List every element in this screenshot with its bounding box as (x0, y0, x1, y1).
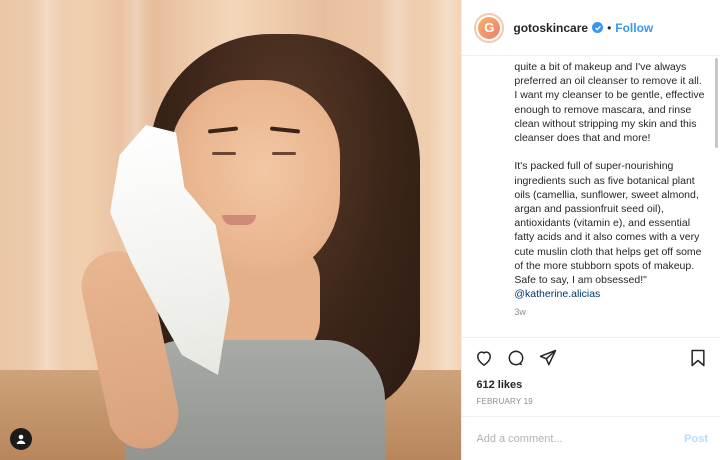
right-eyebrow (269, 126, 301, 134)
username-link[interactable]: gotoskincare (513, 21, 588, 35)
likes-count[interactable]: 612 likes (462, 377, 720, 391)
comment-time: 3w (514, 307, 526, 318)
like-button[interactable] (474, 348, 494, 368)
share-icon (540, 349, 557, 365)
avatar[interactable]: G (474, 12, 505, 43)
separator-dot: • (607, 20, 612, 35)
save-button[interactable] (688, 348, 708, 368)
follow-button[interactable]: Follow (615, 21, 653, 35)
bookmark-icon (691, 349, 705, 366)
post-comment-button[interactable]: Post (684, 433, 708, 445)
right-eyelid (272, 152, 296, 155)
mouth (222, 215, 256, 225)
user-tag-icon[interactable] (10, 428, 32, 450)
mention-link[interactable]: @katherine.alicias (514, 288, 600, 300)
caption-body: quite a bit of makeup and I've always pr… (514, 61, 705, 287)
left-eyelid (212, 152, 236, 155)
caption-scroll-area[interactable]: quite a bit of makeup and I've always pr… (462, 56, 720, 337)
comment-button[interactable] (506, 348, 526, 368)
caption-text: quite a bit of makeup and I've always pr… (514, 56, 706, 301)
share-button[interactable] (538, 348, 558, 368)
verified-badge-icon (592, 22, 604, 33)
comment-box: Post (462, 416, 720, 460)
post-header: G gotoskincare • Follow (462, 0, 720, 56)
scrollbar[interactable] (715, 58, 718, 148)
heart-icon (477, 350, 492, 366)
comment-input[interactable] (474, 431, 685, 446)
left-eyebrow (207, 126, 239, 134)
comment-icon (508, 350, 524, 365)
instagram-post: G gotoskincare • Follow quite a bit of m… (0, 0, 720, 460)
post-sidebar: G gotoskincare • Follow quite a bit of m… (461, 0, 720, 460)
action-bar (462, 337, 720, 377)
post-date: FEBRUARY 19 (476, 397, 533, 406)
post-photo[interactable] (0, 0, 462, 460)
avatar-logo: G (478, 16, 501, 39)
